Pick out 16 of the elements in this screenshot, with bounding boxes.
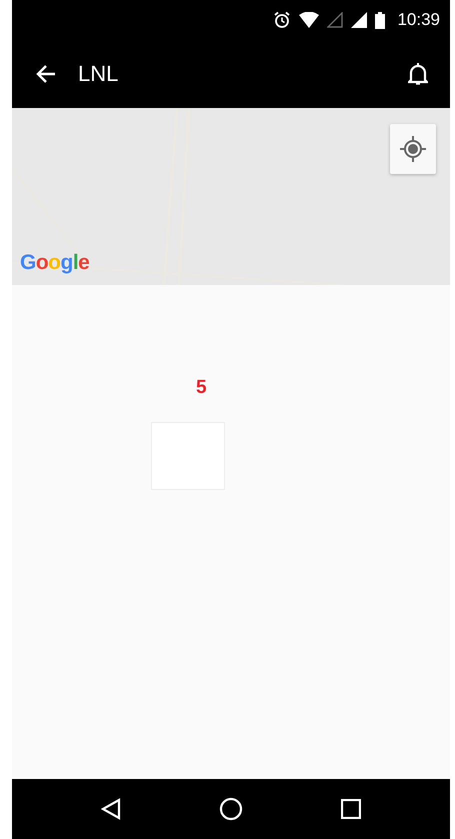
map-logo: Google (20, 251, 90, 275)
wifi-icon (299, 12, 320, 28)
alarm-icon (273, 11, 292, 29)
clock-time: 10:39 (397, 10, 440, 30)
recent-apps-icon[interactable] (341, 799, 361, 819)
battery-icon (375, 12, 386, 28)
location-target-icon (400, 135, 426, 163)
screen-title: LNL (78, 61, 120, 87)
back-arrow-icon[interactable] (36, 65, 56, 83)
back-icon[interactable] (101, 798, 121, 820)
signal-icon (351, 12, 368, 28)
my-location-button[interactable] (390, 124, 436, 174)
signal-icon (327, 12, 344, 28)
bell-icon[interactable] (408, 62, 428, 86)
count-label: 5 (196, 377, 207, 399)
home-icon[interactable] (219, 797, 243, 821)
